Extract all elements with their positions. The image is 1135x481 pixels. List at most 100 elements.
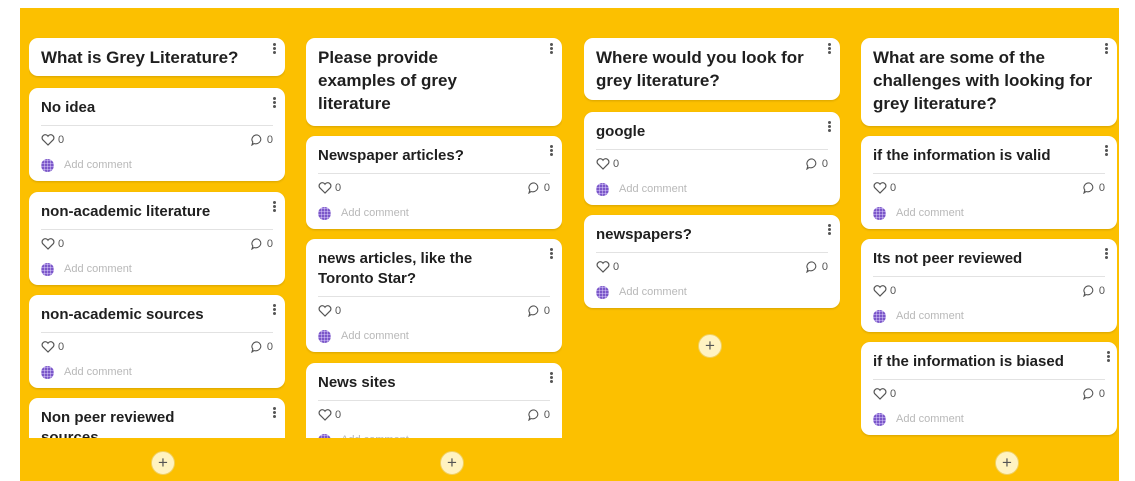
comment-count: 0	[821, 158, 828, 170]
add-comment-placeholder: Add comment	[64, 263, 132, 275]
comment-button[interactable]: 0	[528, 305, 550, 317]
divider	[41, 332, 273, 333]
comment-button[interactable]: 0	[1083, 182, 1105, 194]
add-comment-field[interactable]: Add comment	[596, 182, 687, 196]
heart-outline-icon	[596, 158, 610, 170]
add-comment-field[interactable]: Add comment	[41, 262, 132, 276]
like-button[interactable]: 0	[318, 182, 341, 194]
like-button[interactable]: 0	[41, 238, 64, 250]
like-button[interactable]: 0	[318, 305, 341, 317]
comment-button[interactable]: 0	[806, 158, 828, 170]
avatar	[596, 285, 609, 299]
like-button[interactable]: 0	[41, 341, 64, 353]
post-text: Its not peer reviewed	[873, 250, 1023, 267]
heart-outline-icon	[596, 261, 610, 273]
add-post-button[interactable]: +	[440, 451, 464, 475]
reactions-bar: 0 0	[318, 305, 550, 321]
post-menu-icon[interactable]	[270, 200, 278, 214]
heart-outline-icon	[873, 388, 887, 400]
avatar	[318, 206, 331, 220]
reactions-bar: 0 0	[41, 341, 273, 357]
comment-button[interactable]: 0	[1083, 285, 1105, 297]
add-comment-placeholder: Add comment	[896, 310, 964, 322]
like-count: 0	[335, 305, 342, 317]
post-card[interactable]: Its not peer reviewed 0 0 Add comment	[861, 239, 1117, 332]
add-comment-field[interactable]: Add comment	[41, 158, 132, 172]
speech-bubble-icon	[251, 238, 262, 250]
like-button[interactable]: 0	[41, 134, 64, 146]
column-challenges: What are some of the challenges with loo…	[861, 8, 1117, 481]
add-comment-field[interactable]: Add comment	[873, 206, 964, 220]
like-button[interactable]: 0	[596, 261, 619, 273]
column-examples-of-grey-literature: Please provide examples of grey literatu…	[306, 8, 562, 481]
post-menu-icon[interactable]	[270, 303, 278, 317]
like-count: 0	[890, 182, 897, 194]
add-comment-field[interactable]: Add comment	[873, 309, 964, 323]
column-header[interactable]: What is Grey Literature?	[29, 38, 285, 76]
column-header[interactable]: What are some of the challenges with loo…	[861, 38, 1117, 126]
post-card[interactable]: non-academic sources 0 0 Add comment	[29, 295, 285, 388]
post-menu-icon[interactable]	[825, 120, 833, 134]
reactions-bar: 0 0	[873, 285, 1105, 301]
post-card[interactable]: non-academic literature 0 0 Add comment	[29, 192, 285, 285]
add-comment-placeholder: Add comment	[896, 413, 964, 425]
add-comment-field[interactable]: Add comment	[41, 365, 132, 379]
comment-button[interactable]: 0	[251, 341, 273, 353]
comment-count: 0	[543, 182, 550, 194]
comment-button[interactable]: 0	[528, 409, 550, 421]
post-card[interactable]: if the information is biased 0 0 Add com	[861, 342, 1117, 435]
post-card[interactable]: News sites 0 0 Add comment	[306, 363, 562, 438]
like-button[interactable]: 0	[318, 409, 341, 421]
post-card[interactable]: if the information is valid 0 0 Add comm	[861, 136, 1117, 229]
comment-button[interactable]: 0	[528, 182, 550, 194]
column-header[interactable]: Please provide examples of grey literatu…	[306, 38, 562, 126]
comment-button[interactable]: 0	[1083, 388, 1105, 400]
speech-bubble-icon	[1083, 285, 1094, 297]
post-menu-icon[interactable]	[270, 96, 278, 110]
column-menu-icon[interactable]	[270, 42, 278, 56]
like-count: 0	[613, 158, 620, 170]
avatar	[873, 309, 886, 323]
comment-button[interactable]: 0	[251, 134, 273, 146]
like-button[interactable]: 0	[596, 158, 619, 170]
column-menu-icon[interactable]	[825, 42, 833, 56]
post-menu-icon[interactable]	[270, 406, 278, 420]
add-comment-field[interactable]: Add comment	[873, 412, 964, 426]
add-post-button[interactable]: +	[151, 451, 175, 475]
post-menu-icon[interactable]	[1104, 350, 1112, 364]
heart-outline-icon	[318, 409, 332, 421]
post-card[interactable]: Newspaper articles? 0 0 Add comment	[306, 136, 562, 229]
add-comment-field[interactable]: Add comment	[318, 433, 409, 438]
post-menu-icon[interactable]	[825, 223, 833, 237]
post-card[interactable]: newspapers? 0 0 Add comment	[584, 215, 840, 308]
post-menu-icon[interactable]	[547, 247, 555, 261]
like-button[interactable]: 0	[873, 388, 896, 400]
divider	[318, 400, 550, 401]
add-post-button[interactable]: +	[698, 334, 722, 358]
avatar	[873, 412, 886, 426]
add-comment-field[interactable]: Add comment	[318, 329, 409, 343]
post-card[interactable]: news articles, like the Toronto Star? 0 …	[306, 239, 562, 352]
post-card[interactable]: No idea 0 0 Add comment	[29, 88, 285, 181]
heart-outline-icon	[318, 182, 332, 194]
post-menu-icon[interactable]	[547, 144, 555, 158]
like-button[interactable]: 0	[873, 182, 896, 194]
comment-count: 0	[1098, 388, 1105, 400]
add-comment-field[interactable]: Add comment	[596, 285, 687, 299]
column-menu-icon[interactable]	[547, 42, 555, 56]
post-menu-icon[interactable]	[547, 371, 555, 385]
reactions-bar: 0 0	[596, 158, 828, 174]
column-header[interactable]: Where would you look for grey literature…	[584, 38, 840, 100]
post-card[interactable]: Non peer reviewed sources 0 0	[29, 398, 285, 438]
post-menu-icon[interactable]	[1102, 247, 1110, 261]
column-menu-icon[interactable]	[1102, 42, 1110, 56]
post-menu-icon[interactable]	[1102, 144, 1110, 158]
post-card[interactable]: google 0 0 Add comment	[584, 112, 840, 205]
comment-button[interactable]: 0	[251, 238, 273, 250]
reactions-bar: 0 0	[41, 134, 273, 150]
add-post-button[interactable]: +	[995, 451, 1019, 475]
add-comment-field[interactable]: Add comment	[318, 206, 409, 220]
like-button[interactable]: 0	[873, 285, 896, 297]
comment-button[interactable]: 0	[806, 261, 828, 273]
speech-bubble-icon	[528, 409, 539, 421]
